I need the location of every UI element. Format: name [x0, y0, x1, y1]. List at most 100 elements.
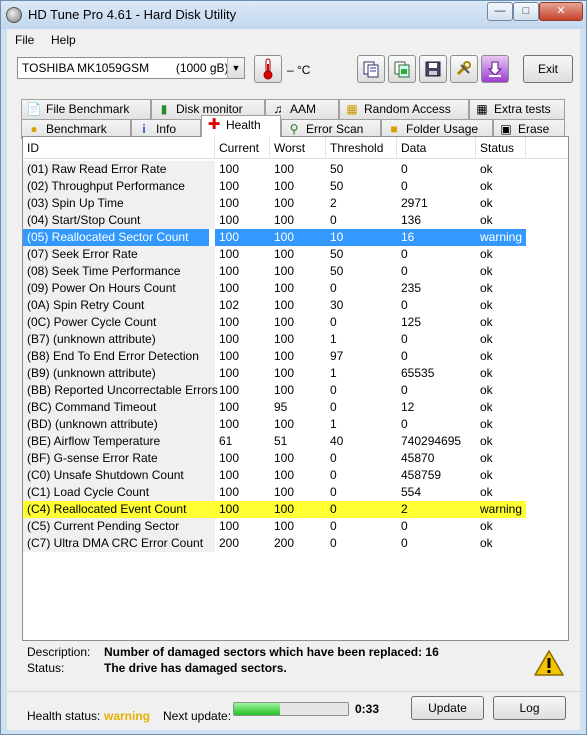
cell-worst: 100: [270, 229, 326, 246]
health-status-label: Health status:: [27, 709, 101, 723]
cell-threshold: 10: [326, 229, 397, 246]
menu-file[interactable]: File: [15, 33, 34, 47]
table-row[interactable]: (B8) End To End Error Detection 100 100 97 0…: [23, 348, 568, 365]
tab-file-benchmark[interactable]: 📄 File Benchmark: [21, 99, 151, 119]
cell-data: 458759: [401, 468, 442, 482]
cell-worst: 100: [274, 298, 295, 312]
countdown-timer: 0:33: [355, 702, 380, 716]
cell-data: 2: [397, 501, 476, 518]
cell-threshold: 0: [330, 468, 337, 482]
table-row[interactable]: (0C) Power Cycle Count 100 100 0 125 ok: [23, 314, 568, 331]
table-row[interactable]: (03) Spin Up Time 100 100 2 2971 ok: [23, 195, 568, 212]
table-row[interactable]: (02) Throughput Performance 100 100 50 0 ok: [23, 178, 568, 195]
exit-button[interactable]: Exit: [523, 55, 573, 83]
cell-status: ok: [480, 536, 493, 550]
tab-random-access[interactable]: ▦ Random Access: [339, 99, 469, 119]
table-row[interactable]: (C1) Load Cycle Count 100 100 0 554 ok: [23, 484, 568, 501]
table-row[interactable]: (C5) Current Pending Sector 100 100 0 0 ok: [23, 518, 568, 535]
cell-threshold: 0: [330, 281, 337, 295]
cell-worst: 100: [274, 281, 295, 295]
cell-current: 100: [219, 400, 240, 414]
minimize-button[interactable]: —: [487, 2, 513, 21]
next-update-label: Next update:: [163, 709, 232, 723]
cell-data: 136: [401, 213, 422, 227]
table-row[interactable]: (01) Raw Read Error Rate 100 100 50 0 ok: [23, 161, 568, 178]
cell-threshold: 0: [330, 485, 337, 499]
copy-image-icon: [394, 61, 410, 78]
table-row[interactable]: (B7) (unknown attribute) 100 100 1 0 ok: [23, 331, 568, 348]
table-row[interactable]: (07) Seek Error Rate 100 100 50 0 ok: [23, 246, 568, 263]
table-row[interactable]: (BB) Reported Uncorrectable Errors 100 100…: [23, 382, 568, 399]
table-row[interactable]: (BF) G-sense Error Rate 100 100 0 45870 ok: [23, 450, 568, 467]
cell-threshold: 0: [330, 536, 337, 550]
cell-status: ok: [480, 417, 493, 431]
cell-status: ok: [480, 162, 493, 176]
cell-data: 0: [401, 298, 408, 312]
header-id[interactable]: ID: [23, 137, 215, 159]
header-current[interactable]: Current: [215, 137, 270, 159]
description-label: Description:: [27, 645, 91, 659]
table-row[interactable]: (BE) Airflow Temperature 61 51 40 740294695 o…: [23, 433, 568, 450]
header-worst[interactable]: Worst: [270, 137, 326, 159]
table-row[interactable]: (09) Power On Hours Count 100 100 0 235 ok: [23, 280, 568, 297]
cell-worst: 100: [274, 179, 295, 193]
title-bar[interactable]: HD Tune Pro 4.61 - Hard Disk Utility — □…: [1, 1, 586, 29]
tab-extra-tests[interactable]: ▦ Extra tests: [469, 99, 565, 119]
update-button[interactable]: Update: [411, 696, 484, 720]
close-button[interactable]: ✕: [539, 2, 583, 21]
tab-file-benchmark-label: File Benchmark: [46, 102, 130, 116]
cell-worst: 100: [274, 485, 295, 499]
table-row[interactable]: (C0) Unsafe Shutdown Count 100 100 0 458759 o…: [23, 467, 568, 484]
table-row[interactable]: (05) Reallocated Sector Count 100 100 10 16 w…: [23, 229, 568, 246]
cell-worst: 100: [274, 162, 295, 176]
cell-current: 100: [219, 281, 240, 295]
options-button[interactable]: [450, 55, 478, 83]
table-row[interactable]: (08) Seek Time Performance 100 100 50 0 ok: [23, 263, 568, 280]
cell-current: 100: [219, 383, 240, 397]
chevron-down-icon[interactable]: ▼: [227, 58, 244, 78]
table-row[interactable]: (C7) Ultra DMA CRC Error Count 200 200 0 0 ok: [23, 535, 568, 552]
cell-id: (C5) Current Pending Sector: [23, 518, 215, 535]
save-button[interactable]: [419, 55, 447, 83]
status-label: Status:: [27, 661, 65, 675]
cell-worst: 100: [274, 417, 295, 431]
cell-threshold: 50: [330, 264, 344, 278]
table-row[interactable]: (BD) (unknown attribute) 100 100 1 0 ok: [23, 416, 568, 433]
cell-status: ok: [480, 434, 493, 448]
cell-id: (07) Seek Error Rate: [23, 246, 215, 263]
cell-current: 100: [219, 485, 240, 499]
cell-id: (03) Spin Up Time: [23, 195, 215, 212]
cell-current: 100: [219, 196, 240, 210]
cell-current: 200: [219, 536, 240, 550]
table-row[interactable]: (04) Start/Stop Count 100 100 0 136 ok: [23, 212, 568, 229]
cell-status: ok: [480, 298, 493, 312]
table-row[interactable]: (0A) Spin Retry Count 102 100 30 0 ok: [23, 297, 568, 314]
download-button[interactable]: [481, 55, 509, 83]
health-status-value: warning: [104, 709, 151, 723]
smart-attributes-table[interactable]: ID Current Worst Threshold Data Status (…: [22, 136, 569, 641]
table-row[interactable]: (BC) Command Timeout 100 95 0 12 ok: [23, 399, 568, 416]
cell-current: 100: [219, 179, 240, 193]
cell-threshold: 50: [330, 162, 344, 176]
tab-health[interactable]: ✚ Health: [201, 115, 281, 137]
cell-status: ok: [480, 332, 493, 346]
cell-data: 0: [401, 383, 408, 397]
table-row[interactable]: (B9) (unknown attribute) 100 100 1 65535 ok: [23, 365, 568, 382]
header-threshold[interactable]: Threshold: [326, 137, 397, 159]
log-button[interactable]: Log: [493, 696, 566, 720]
cell-status: ok: [480, 281, 493, 295]
copy-screenshot-button[interactable]: [388, 55, 416, 83]
drive-select[interactable]: TOSHIBA MK1059GSM (1000 gB) ▼: [17, 57, 245, 79]
header-data[interactable]: Data: [397, 137, 476, 159]
maximize-button[interactable]: □: [513, 2, 539, 21]
header-status[interactable]: Status: [476, 137, 526, 159]
copy-text-button[interactable]: [357, 55, 385, 83]
cell-data: 45870: [401, 451, 435, 465]
cell-data: 0: [401, 332, 408, 346]
cell-threshold: 1: [330, 366, 337, 380]
menu-help[interactable]: Help: [51, 33, 76, 47]
cell-data: 0: [401, 349, 408, 363]
cell-worst: 100: [270, 501, 326, 518]
table-row[interactable]: (C4) Reallocated Event Count 100 100 0 2 warn…: [23, 501, 568, 518]
thermometer-button[interactable]: [254, 55, 282, 83]
